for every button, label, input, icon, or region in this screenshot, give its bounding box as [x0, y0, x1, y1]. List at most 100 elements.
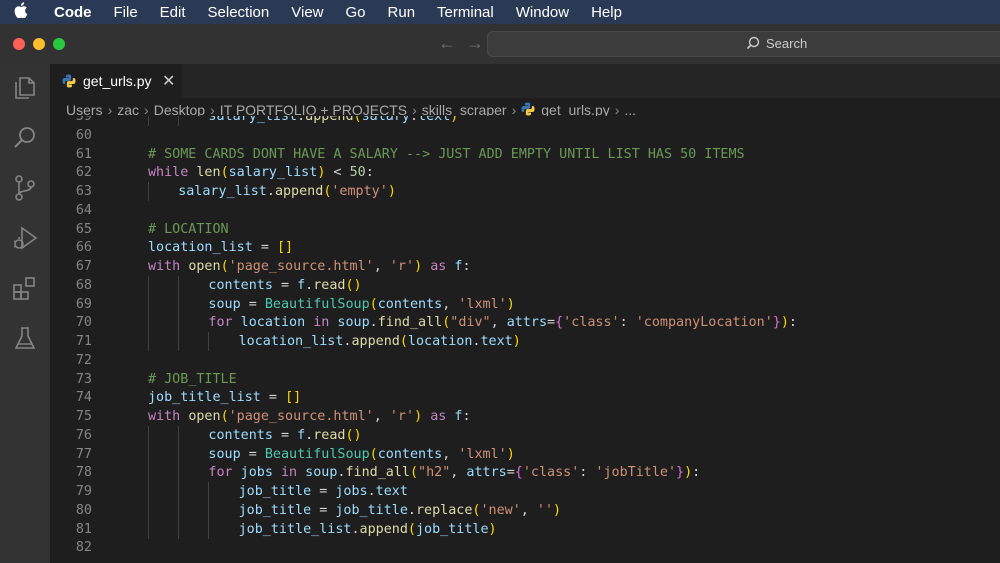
code-token: .: [367, 484, 376, 499]
indent-guide: [178, 519, 180, 539]
code-token: location_list: [238, 334, 344, 349]
code-token: 'class': [563, 315, 620, 331]
code-token: =: [260, 390, 286, 406]
command-search-box[interactable]: Search: [487, 31, 1000, 57]
code-token: location_list: [148, 240, 253, 256]
menu-help[interactable]: Help: [591, 4, 622, 21]
code-token: job_title: [238, 502, 312, 518]
code-token: :: [365, 165, 374, 181]
close-window-button[interactable]: [13, 38, 25, 50]
indent-guide: [148, 425, 149, 445]
code-line[interactable]: 60: [50, 126, 1000, 145]
code-token: contents: [208, 277, 273, 293]
code-token: append: [359, 521, 408, 537]
code-token: 50: [349, 165, 366, 181]
code-text: soup = BeautifulSoup(contents, 'lxml'): [208, 295, 514, 314]
code-line[interactable]: 76 contents = f.read(): [50, 425, 1000, 445]
code-token: replace: [415, 502, 473, 518]
source-control-icon[interactable]: [11, 174, 39, 202]
code-token: (: [220, 165, 229, 181]
code-line[interactable]: 81 job_title_list.append(job_title): [50, 519, 1000, 539]
python-file-icon: [62, 74, 76, 91]
testing-icon[interactable]: [11, 324, 39, 352]
code-token: soup: [337, 315, 370, 331]
code-line[interactable]: 64: [50, 201, 1000, 220]
code-line[interactable]: 79 job_title = jobs.text: [50, 482, 1000, 501]
code-token: # SOME CARDS DONT HAVE A SALARY --> JUST…: [148, 146, 745, 162]
line-number: 59: [75, 116, 92, 124]
code-line[interactable]: 82: [50, 538, 1000, 557]
code-line[interactable]: 65 # LOCATION: [50, 220, 1000, 239]
code-line[interactable]: 66 location_list = []: [50, 238, 1000, 257]
code-editor[interactable]: 59 salary_list.append(salary.text) 60 61 # S…: [50, 116, 1000, 563]
code-token: text: [418, 116, 451, 124]
code-line[interactable]: 62 while len(salary_list) < 50:: [50, 163, 1000, 182]
code-line[interactable]: 69 soup = BeautifulSoup(contents, 'lxml'): [50, 294, 1000, 314]
tab-get-urls-py[interactable]: get_urls.py ✕: [50, 64, 182, 98]
code-token: find_all: [345, 465, 410, 481]
code-token: ): [450, 116, 459, 124]
menu-code[interactable]: Code: [54, 4, 92, 21]
code-line[interactable]: 73 # JOB_TITLE: [50, 370, 1000, 389]
code-line[interactable]: 59 salary_list.append(salary.text): [50, 116, 1000, 126]
code-token: contents: [377, 296, 443, 312]
code-token: f: [297, 277, 306, 293]
line-number: 68: [75, 277, 92, 293]
code-line[interactable]: 61 # SOME CARDS DONT HAVE A SALARY --> JU…: [50, 145, 1000, 164]
code-token: 'new': [480, 502, 521, 518]
menu-window[interactable]: Window: [516, 4, 569, 21]
close-tab-icon[interactable]: ✕: [162, 71, 175, 91]
code-line[interactable]: 70 for location in soup.find_all("div", a…: [50, 313, 1000, 333]
zoom-window-button[interactable]: [53, 38, 65, 50]
line-number: 70: [75, 315, 92, 331]
activity-bar: [0, 64, 50, 563]
menu-go[interactable]: Go: [346, 4, 366, 21]
extensions-icon[interactable]: [11, 274, 39, 302]
code-token: as: [430, 409, 447, 424]
code-line[interactable]: 72: [50, 351, 1000, 370]
line-number: 74: [75, 390, 92, 406]
menu-run[interactable]: Run: [388, 4, 416, 21]
code-line[interactable]: 77 soup = BeautifulSoup(contents, 'lxml'): [50, 444, 1000, 464]
code-token: <: [325, 165, 350, 181]
line-number: 61: [75, 146, 92, 162]
line-number: 80: [75, 502, 92, 518]
explorer-icon[interactable]: [11, 74, 39, 102]
back-arrow-icon[interactable]: ←: [438, 33, 466, 53]
code-line[interactable]: 63 salary_list.append('empty'): [50, 182, 1000, 201]
code-line[interactable]: 71 location_list.append(location.text): [50, 332, 1000, 351]
code-line[interactable]: 80 job_title = job_title.replace('new', '…: [50, 500, 1000, 520]
code-token: find_all: [377, 315, 443, 331]
code-line[interactable]: 68 contents = f.read(): [50, 275, 1000, 295]
code-text: with open('page_source.html', 'r') as f:: [148, 257, 471, 276]
code-line[interactable]: 78 for jobs in soup.find_all("h2", attrs=…: [50, 463, 1000, 483]
minimize-window-button[interactable]: [33, 38, 45, 50]
menu-selection[interactable]: Selection: [208, 4, 270, 21]
code-token: :: [462, 259, 471, 274]
code-line[interactable]: 67 with open('page_source.html', 'r') as …: [50, 257, 1000, 276]
code-token: (: [407, 521, 416, 537]
run-debug-icon[interactable]: [11, 224, 39, 252]
code-line[interactable]: 75 with open('page_source.html', 'r') as …: [50, 407, 1000, 426]
code-token: open: [188, 259, 221, 274]
code-line[interactable]: 74 job_title_list = []: [50, 388, 1000, 407]
code-token: salary_list: [208, 116, 298, 124]
menu-file[interactable]: File: [114, 4, 138, 21]
code-token: 'r': [389, 409, 415, 424]
code-token: {: [514, 465, 523, 481]
line-number: 82: [75, 540, 92, 556]
code-token: ,: [450, 465, 467, 481]
line-number: 81: [75, 521, 92, 537]
menu-terminal[interactable]: Terminal: [437, 4, 494, 21]
code-token: ): [512, 334, 521, 349]
menu-view[interactable]: View: [291, 4, 323, 21]
code-token: location: [407, 334, 473, 349]
menu-edit[interactable]: Edit: [160, 4, 186, 21]
code-text: contents = f.read(): [208, 426, 361, 445]
indent-guide: [148, 116, 149, 126]
search-icon[interactable]: [11, 124, 39, 152]
apple-icon[interactable]: [14, 1, 40, 23]
code-text: for location in soup.find_all("div", att…: [208, 313, 797, 332]
code-token: attrs: [506, 315, 548, 331]
